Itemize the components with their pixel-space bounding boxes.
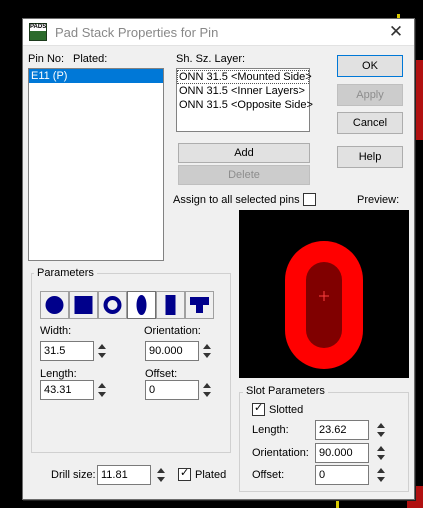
add-button[interactable]: Add bbox=[178, 143, 310, 163]
width-spinner[interactable] bbox=[97, 341, 107, 361]
slot-length-label: Length: bbox=[252, 424, 289, 436]
assign-all-label: Assign to all selected pins bbox=[173, 194, 300, 206]
annular-shape-button[interactable] bbox=[98, 291, 127, 319]
offset-spinner[interactable] bbox=[202, 380, 212, 400]
length-field[interactable]: 43.31 bbox=[40, 380, 94, 400]
slot-orientation-field[interactable]: 90.000 bbox=[315, 443, 369, 463]
pin-list-item[interactable]: E11 (P) bbox=[29, 69, 163, 83]
rectangle-shape-button[interactable] bbox=[156, 291, 185, 319]
drill-size-field[interactable]: 11.81 bbox=[97, 465, 151, 485]
layer-list-header: Sh. Sz. Layer: bbox=[176, 53, 246, 65]
round-shape-icon bbox=[45, 296, 64, 314]
pad-preview bbox=[239, 210, 409, 378]
orientation-field[interactable]: 90.000 bbox=[145, 341, 199, 361]
slotted-label: Slotted bbox=[269, 404, 304, 416]
odd-shape-icon bbox=[190, 297, 209, 313]
oval-shape-icon bbox=[136, 295, 147, 315]
slot-length-field[interactable]: 23.62 bbox=[315, 420, 369, 440]
width-field[interactable]: 31.5 bbox=[40, 341, 94, 361]
parameters-group-title: Parameters bbox=[34, 267, 97, 279]
slot-offset-field[interactable]: 0 bbox=[315, 465, 369, 485]
pin-list[interactable]: E11 (P) bbox=[28, 68, 164, 261]
dialog-title: Pad Stack Properties for Pin bbox=[55, 25, 219, 40]
layer-list-item-mounted[interactable]: ONN 31.5 <Mounted Side> bbox=[177, 70, 312, 84]
drill-plated-label: Plated bbox=[195, 469, 227, 481]
slot-length-spinner[interactable] bbox=[376, 420, 386, 440]
ok-button[interactable]: OK bbox=[337, 55, 403, 77]
cancel-button[interactable]: Cancel bbox=[337, 112, 403, 134]
square-shape-button[interactable] bbox=[69, 291, 98, 319]
length-label: Length: bbox=[40, 368, 77, 380]
oval-shape-button[interactable] bbox=[127, 291, 156, 319]
assign-all-checkbox[interactable] bbox=[303, 193, 316, 206]
slot-orientation-label: Orientation: bbox=[252, 447, 309, 459]
square-shape-icon bbox=[74, 296, 93, 314]
drill-plated-checkbox[interactable]: ✓ bbox=[178, 467, 191, 481]
annular-shape-icon bbox=[103, 296, 122, 314]
width-label: Width: bbox=[40, 325, 72, 337]
layer-list-item-opposite[interactable]: ONN 31.5 <Opposite Side> bbox=[177, 98, 313, 112]
odd-shape-button[interactable] bbox=[185, 291, 214, 319]
drill-size-label: Drill size: bbox=[51, 469, 96, 481]
slot-parameters-group-title: Slot Parameters bbox=[243, 385, 328, 397]
layer-list[interactable]: ONN 31.5 <Mounted Side> ONN 31.5 <Inner … bbox=[176, 68, 313, 132]
round-shape-button[interactable] bbox=[40, 291, 69, 319]
offset-field[interactable]: 0 bbox=[145, 380, 199, 400]
length-spinner[interactable] bbox=[97, 380, 107, 400]
rectangle-shape-icon bbox=[165, 295, 176, 315]
close-icon[interactable]: ✕ bbox=[386, 21, 406, 43]
preview-label: Preview: bbox=[357, 194, 400, 206]
title-bar: PADS Pad Stack Properties for Pin ✕ bbox=[23, 19, 414, 46]
pad-preview-graphic bbox=[285, 241, 363, 369]
slot-orientation-spinner[interactable] bbox=[376, 443, 386, 463]
apply-button[interactable]: Apply bbox=[337, 84, 403, 106]
layer-list-item-inner[interactable]: ONN 31.5 <Inner Layers> bbox=[177, 84, 309, 98]
help-button[interactable]: Help bbox=[337, 146, 403, 168]
drill-size-spinner[interactable] bbox=[156, 465, 166, 485]
orientation-label: Orientation: bbox=[144, 325, 201, 337]
slot-offset-spinner[interactable] bbox=[376, 465, 386, 485]
delete-button[interactable]: Delete bbox=[178, 165, 310, 185]
pin-no-label: Pin No: bbox=[28, 53, 65, 65]
slotted-checkbox[interactable]: ✓ bbox=[252, 402, 265, 416]
preview-slot-inner bbox=[306, 262, 342, 348]
offset-label: Offset: bbox=[145, 368, 178, 380]
slot-offset-label: Offset: bbox=[252, 469, 285, 481]
orientation-spinner[interactable] bbox=[202, 341, 212, 361]
pads-app-icon: PADS bbox=[29, 23, 47, 41]
pad-stack-dialog: PADS Pad Stack Properties for Pin ✕ Pin … bbox=[22, 18, 415, 500]
plated-column-label: Plated: bbox=[73, 53, 108, 65]
